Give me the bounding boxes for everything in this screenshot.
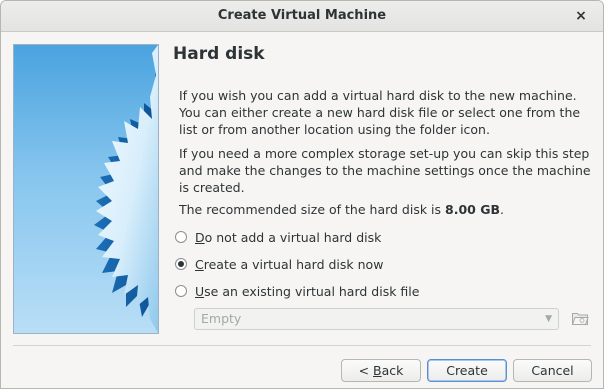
radio-indicator[interactable] [175, 231, 187, 243]
back-button[interactable]: < Back [341, 359, 421, 382]
intro-text: If you wish you can add a virtual hard d… [179, 88, 581, 137]
back-button-mnemonic: B [373, 363, 382, 378]
radio-indicator[interactable] [175, 258, 187, 270]
radio-mnemonic: C [195, 256, 204, 272]
existing-disk-select[interactable]: Empty ▼ [194, 308, 559, 330]
radio-label: Create a virtual hard disk now [195, 257, 383, 272]
radio-label-rest: reate a virtual hard disk now [203, 256, 384, 272]
radio-mnemonic: U [195, 283, 205, 299]
folder-open-icon[interactable] [571, 309, 589, 327]
radio-label: Do not add a virtual hard disk [195, 230, 381, 245]
radio-label-rest: o not add a virtual hard disk [204, 229, 382, 245]
radio-existing-disk[interactable]: Use an existing virtual hard disk file [175, 282, 419, 300]
complex-setup-text: If you need a more complex storage set-u… [179, 146, 591, 195]
starburst-illustration [94, 45, 158, 333]
recommended-size-suffix: . [500, 202, 504, 217]
button-separator [13, 345, 591, 346]
create-vm-dialog: Create Virtual Machine × Hard disk If yo… [0, 0, 604, 389]
recommended-size-value: 8.00 GB [445, 202, 500, 217]
recommended-size-text: The recommended size of the hard disk is… [179, 201, 591, 218]
back-button-prefix: < [358, 363, 374, 378]
cancel-button[interactable]: Cancel [513, 359, 592, 382]
page-title: Hard disk [173, 44, 265, 64]
radio-no-disk[interactable]: Do not add a virtual hard disk [175, 228, 381, 246]
chevron-down-icon: ▼ [545, 314, 552, 324]
radio-label-rest: se an existing virtual hard disk file [204, 283, 420, 299]
titlebar[interactable]: Create Virtual Machine × [1, 1, 603, 32]
wizard-banner-image [13, 44, 159, 334]
window-title: Create Virtual Machine [217, 8, 387, 23]
close-icon[interactable]: × [571, 6, 591, 26]
create-button[interactable]: Create [427, 359, 507, 382]
recommended-size-prefix: The recommended size of the hard disk is [179, 202, 446, 217]
back-button-rest: ack [381, 363, 404, 378]
radio-mnemonic: D [195, 229, 205, 245]
radio-indicator[interactable] [175, 285, 187, 297]
existing-disk-select-value: Empty [201, 311, 242, 326]
radio-create-disk[interactable]: Create a virtual hard disk now [175, 255, 383, 273]
radio-label: Use an existing virtual hard disk file [195, 284, 419, 299]
